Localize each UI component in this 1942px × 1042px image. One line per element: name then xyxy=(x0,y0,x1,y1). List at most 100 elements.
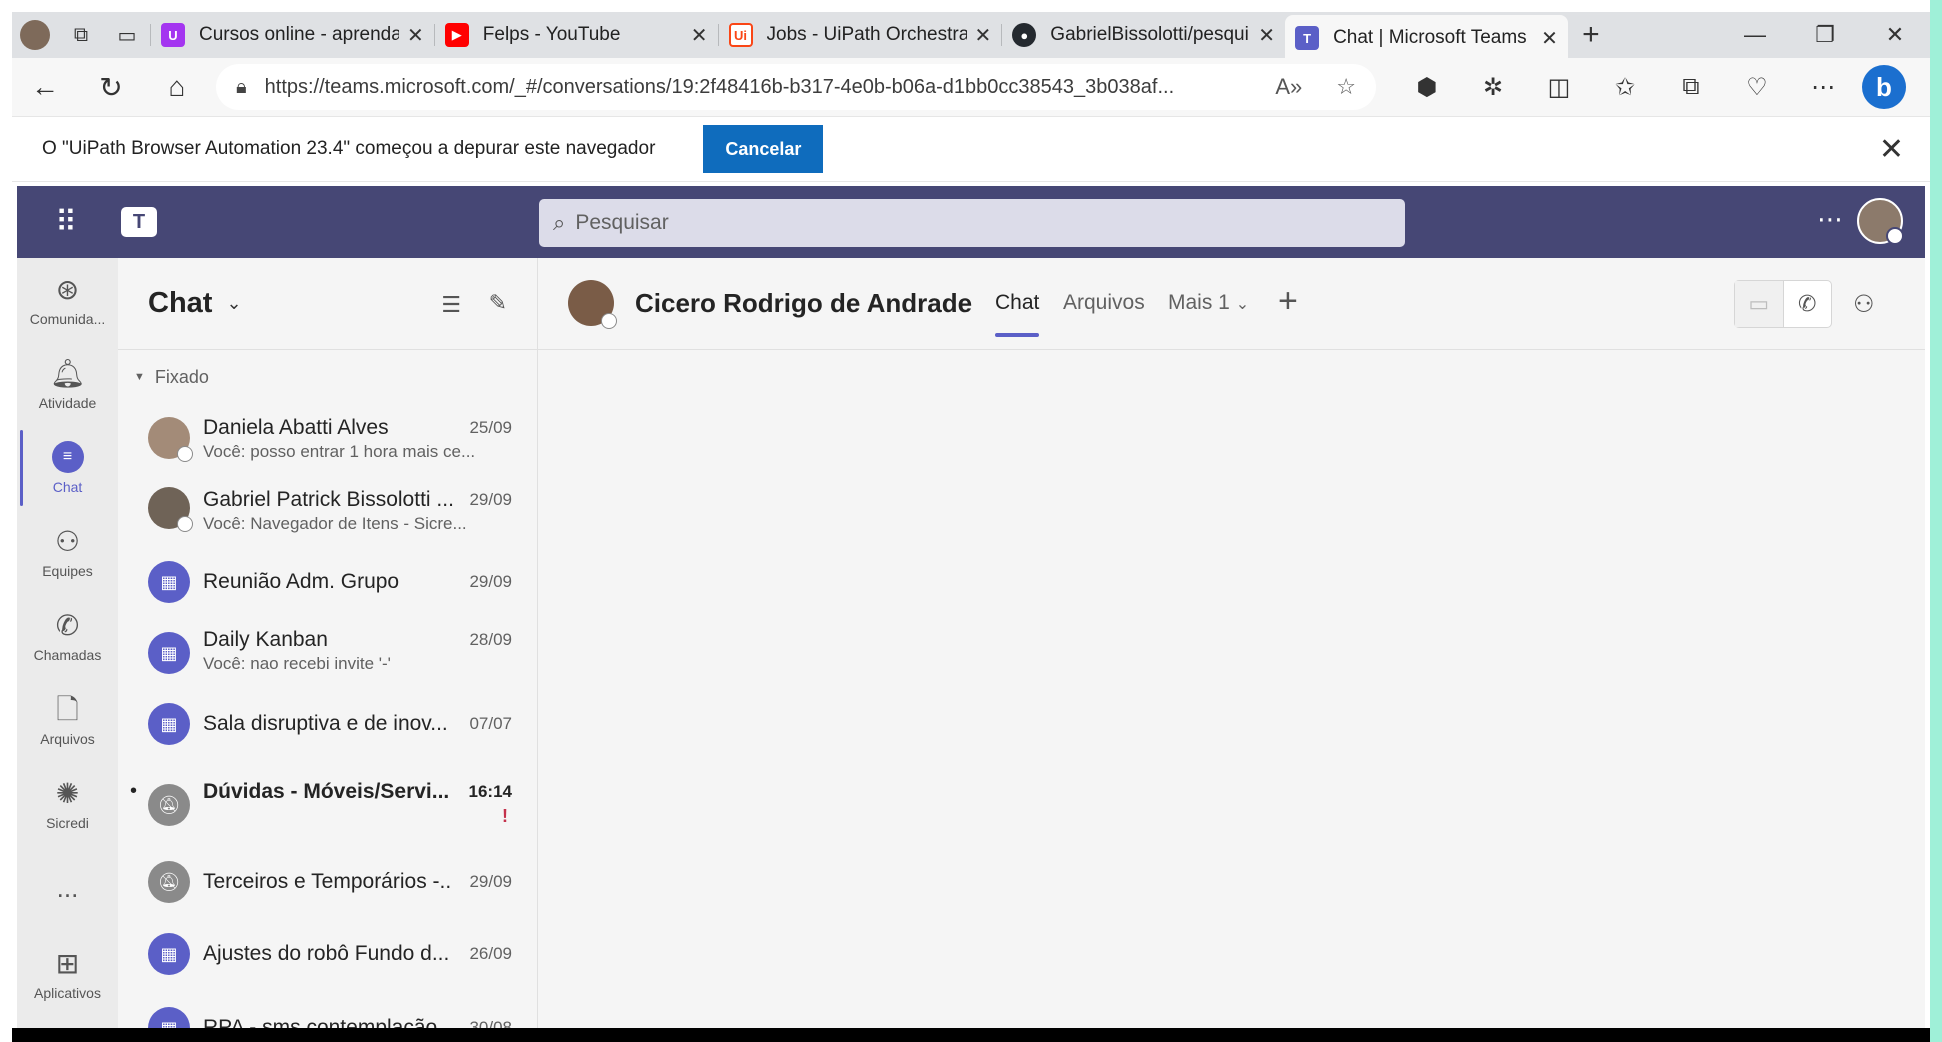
rail-item-activity[interactable]: 🔔︎ Atividade xyxy=(17,344,118,424)
more-options-icon[interactable]: ⋯ xyxy=(1790,73,1856,102)
chat-list-title[interactable]: Chat xyxy=(148,287,212,320)
close-tab-icon[interactable]: ✕ xyxy=(1541,26,1558,51)
split-screen-icon[interactable]: ◫ xyxy=(1526,73,1592,102)
search-input[interactable]: ⌕ Pesquisar xyxy=(539,199,1405,247)
browser-window: { "browser": { "tabs": [ {"title": "Curs… xyxy=(0,0,1942,1042)
close-tab-icon[interactable]: ✕ xyxy=(407,23,424,48)
favorites-icon[interactable]: ✩ xyxy=(1592,73,1658,102)
browser-tab[interactable]: U Cursos online - aprenda ✕ xyxy=(151,15,434,55)
chat-list-item[interactable]: 🔕︎ Terceiros e Temporários -... 29/09 xyxy=(118,848,537,918)
chat-date: 25/09 xyxy=(469,418,512,437)
back-icon[interactable]: ← xyxy=(12,71,78,103)
conversation-title[interactable]: Cicero Rodrigo de Andrade xyxy=(635,288,972,319)
new-tab-icon[interactable]: + xyxy=(1568,15,1614,55)
browser-tab[interactable]: Ui Jobs - UiPath Orchestrato ✕ xyxy=(719,15,1002,55)
favorite-star-icon[interactable]: ☆ xyxy=(1336,74,1356,100)
app-launcher-icon[interactable]: ⠿ xyxy=(41,205,91,240)
chat-preview: Você: nao recebi invite '-' xyxy=(203,654,391,673)
add-tab-icon[interactable]: + xyxy=(1278,282,1298,321)
lock-icon[interactable]: 🔒︎ xyxy=(236,76,247,99)
address-bar[interactable]: 🔒︎ https://teams.microsoft.com/_#/conver… xyxy=(216,64,1376,110)
browser-toolbar: ← ↻ ⌂ 🔒︎ https://teams.microsoft.com/_#/… xyxy=(12,58,1930,116)
chat-list-item[interactable]: ▦ Sala disruptiva e de inov... 07/07 xyxy=(118,690,537,760)
browser-essentials-icon[interactable]: ♡ xyxy=(1724,73,1790,102)
chat-date: 16:14 xyxy=(468,782,512,801)
chat-icon: ≡ xyxy=(51,441,84,473)
avatar[interactable] xyxy=(568,280,617,329)
restore-icon[interactable]: ❐ xyxy=(1790,22,1860,48)
home-icon[interactable]: ⌂ xyxy=(144,71,210,103)
youtube-icon: ▶ xyxy=(444,23,469,47)
filter-icon[interactable]: ☰ xyxy=(441,292,461,318)
chat-list-item[interactable]: Gabriel Patrick Bissolotti ... Você: Nav… xyxy=(118,474,537,544)
conversation-header: Cicero Rodrigo de Andrade Chat Arquivos … xyxy=(538,258,1925,350)
chat-name: Ajustes do robô Fundo d... xyxy=(203,942,450,965)
close-tab-icon[interactable]: ✕ xyxy=(1258,23,1275,48)
close-infobar-icon[interactable]: ✕ xyxy=(1879,132,1904,167)
collections-icon[interactable]: ⧉ xyxy=(1658,73,1724,102)
teams-icon: T xyxy=(1295,26,1320,50)
chat-name: Sala disruptiva e de inov... xyxy=(203,712,448,735)
rail-item-communities[interactable]: ⊛ Comunida... xyxy=(17,260,118,340)
chat-date: 29/09 xyxy=(469,490,512,509)
tab-files[interactable]: Arquivos xyxy=(1063,291,1145,315)
more-icon[interactable]: ⋯ xyxy=(1817,204,1845,235)
user-avatar[interactable] xyxy=(1857,198,1904,245)
calendar-icon: ▦ xyxy=(148,1007,190,1028)
minimize-icon[interactable]: — xyxy=(1720,22,1790,48)
phone-icon: ✆ xyxy=(55,610,80,641)
tab-more[interactable]: Mais 1 ⌄ xyxy=(1168,291,1249,315)
profile-avatar[interactable] xyxy=(12,15,58,55)
pinned-section-header[interactable]: ▼ Fixado xyxy=(118,350,537,404)
rail-item-teams[interactable]: ⚇ Equipes xyxy=(17,512,118,592)
rail-item-calls[interactable]: ✆ Chamadas xyxy=(17,596,118,676)
calendar-icon: ▦ xyxy=(148,632,190,674)
tab-title: Felps - YouTube xyxy=(482,24,621,45)
new-chat-icon[interactable]: ✎ xyxy=(489,290,507,316)
debug-infobar: O "UiPath Browser Automation 23.4" começ… xyxy=(12,116,1930,182)
close-window-icon[interactable]: ✕ xyxy=(1860,22,1930,48)
udemy-icon: U xyxy=(161,23,185,47)
bell-icon: 🔔︎ xyxy=(49,358,86,389)
rail-label: Atividade xyxy=(38,395,97,411)
browser-tab[interactable]: ▶ Felps - YouTube ✕ xyxy=(435,15,718,55)
tab-title: GabrielBissolotti/pesqui xyxy=(1050,24,1249,45)
rail-item-apps[interactable]: ⊞ Aplicativos xyxy=(17,934,118,1014)
browser-tab-active[interactable]: T Chat | Microsoft Teams ✕ xyxy=(1285,15,1568,61)
chat-list-item[interactable]: ▦ Daily Kanban Você: nao recebi invite '… xyxy=(118,606,537,676)
rail-label: Comunida... xyxy=(29,311,106,327)
workspaces-icon[interactable]: ⧉ xyxy=(58,15,104,55)
chat-preview: Você: posso entrar 1 hora mais ce... xyxy=(203,442,476,461)
chat-list-item[interactable]: Daniela Abatti Alves Você: posso entrar … xyxy=(118,404,537,474)
chat-list-pane: Chat ⌄ ☰ ✎ ▼ Fixado Daniela Abatti Alves… xyxy=(118,258,538,1028)
browser-tab[interactable]: ● GabrielBissolotti/pesqui ✕ xyxy=(1002,15,1285,55)
rail-item-sicredi[interactable]: ✺ Sicredi xyxy=(17,764,118,844)
rail-item-more[interactable]: ... xyxy=(17,848,118,928)
rail-item-chat[interactable]: ≡ Chat xyxy=(17,428,118,508)
muted-bell-icon: 🔕︎ xyxy=(148,861,190,903)
video-call-icon[interactable]: ▭ xyxy=(1735,281,1784,327)
more-apps-icon: ... xyxy=(56,872,79,903)
file-icon: 🗋︎ xyxy=(56,694,79,725)
chat-date: 29/09 xyxy=(469,572,512,591)
tab-actions-icon[interactable]: ▭ xyxy=(104,15,150,55)
url-text[interactable]: https://teams.microsoft.com/_#/conversat… xyxy=(265,76,1256,99)
tab-chat[interactable]: Chat xyxy=(995,291,1040,337)
audio-call-icon[interactable]: ✆ xyxy=(1784,281,1832,327)
read-aloud-icon[interactable]: A» xyxy=(1275,74,1302,100)
chevron-down-icon[interactable]: ⌄ xyxy=(226,293,241,314)
refresh-icon[interactable]: ↻ xyxy=(78,71,144,104)
rail-item-files[interactable]: 🗋︎ Arquivos xyxy=(17,680,118,760)
cancel-debug-button[interactable]: Cancelar xyxy=(703,125,824,173)
uipath-extension-icon[interactable]: ⬢ xyxy=(1394,73,1460,102)
close-tab-icon[interactable]: ✕ xyxy=(975,23,992,48)
add-people-icon[interactable]: ⚇ xyxy=(1853,290,1875,319)
chat-list-item[interactable]: ▦ RPA - sms contemplação 30/08 xyxy=(118,994,537,1028)
extensions-icon[interactable]: ✲ xyxy=(1460,73,1526,102)
chat-list-item[interactable]: • 🔕︎ Dúvidas - Móveis/Servi... 16:14 ! xyxy=(118,762,537,832)
teams-logo-icon: T xyxy=(121,207,157,237)
bing-copilot-icon[interactable]: b xyxy=(1862,65,1906,109)
chat-list-item[interactable]: ▦ Ajustes do robô Fundo d... 26/09 xyxy=(118,920,537,990)
close-tab-icon[interactable]: ✕ xyxy=(691,23,708,48)
chat-date: 30/08 xyxy=(469,1018,512,1028)
